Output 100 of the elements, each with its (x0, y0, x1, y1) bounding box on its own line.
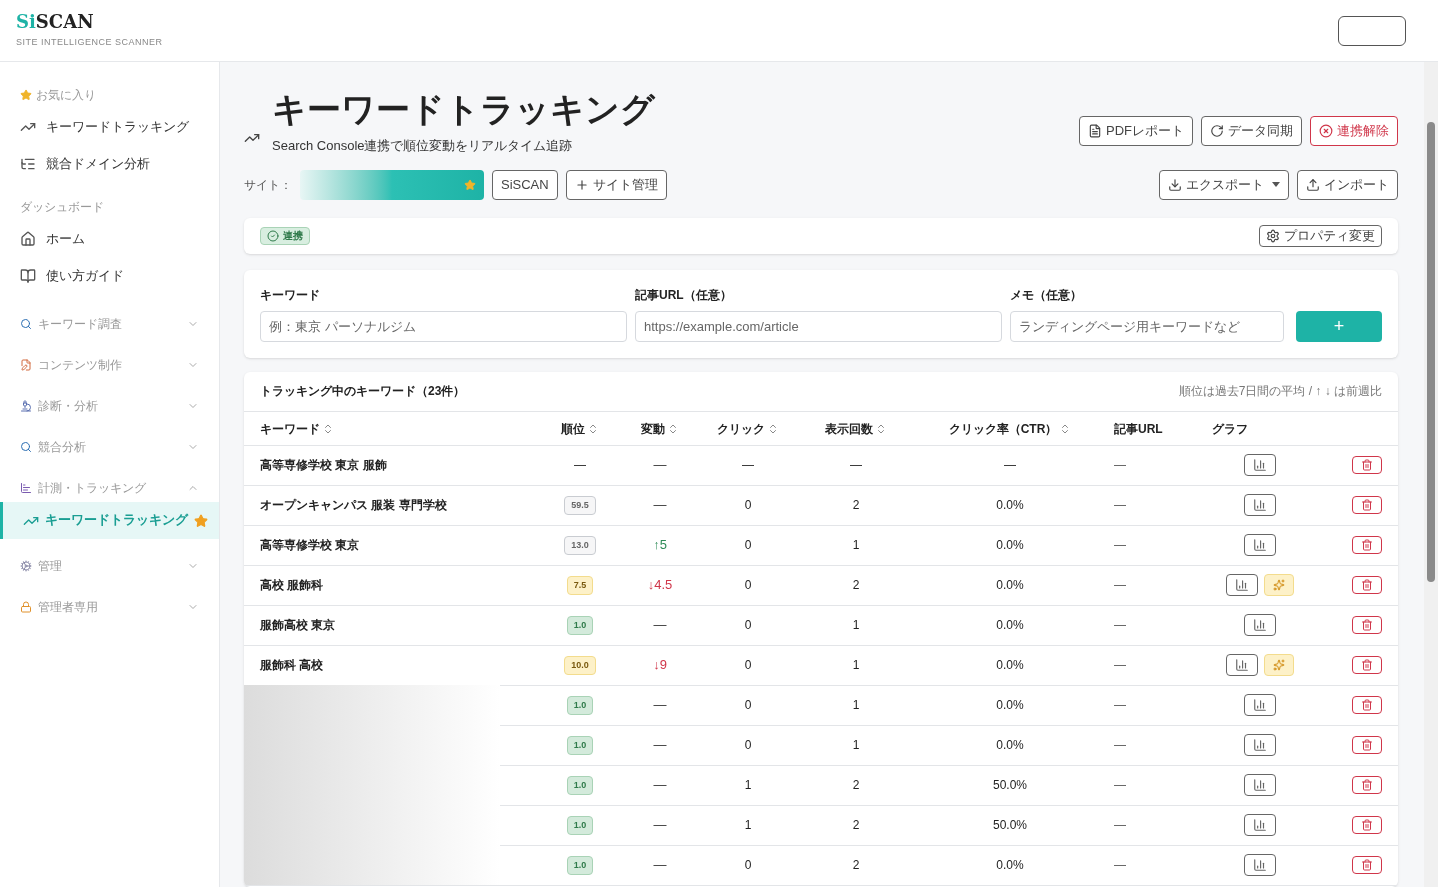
refresh-icon (1210, 123, 1224, 138)
clicks-text: 0 (744, 698, 752, 712)
lock-icon (20, 601, 32, 613)
impressions-text: — (850, 458, 862, 472)
ctr-text: 0.0% (996, 858, 1024, 872)
column-header[interactable]: 順位 (561, 420, 599, 438)
field-label: 記事URL（任意） (635, 286, 733, 304)
graph-button[interactable] (1244, 814, 1276, 836)
caret-icon (1272, 182, 1280, 187)
graph-button[interactable] (1244, 694, 1276, 716)
rank-badge: 1.0 (566, 735, 594, 756)
page-title: キーワードトラッキング (272, 89, 655, 130)
export-button[interactable]: エクスポート (1159, 169, 1289, 200)
bar-chart-icon (1235, 578, 1249, 592)
rank-badge: 1.0 (566, 775, 594, 796)
clicks-text: 0 (744, 738, 752, 752)
column-header[interactable]: 変動 (641, 420, 679, 438)
delete-button[interactable] (1352, 816, 1382, 834)
column-header[interactable]: キーワード (260, 420, 334, 438)
memo-icon (20, 359, 32, 371)
graph-button[interactable] (1244, 494, 1276, 516)
delete-button[interactable] (1352, 736, 1382, 754)
change-text: — (653, 497, 667, 513)
input-field[interactable]: 例：東京 パーソナルジム (260, 310, 627, 342)
change-text: — (653, 617, 667, 633)
impressions-text: 1 (852, 698, 860, 712)
impressions-text: 2 (852, 578, 860, 592)
delete-button[interactable] (1352, 456, 1382, 474)
keyword-text: 服飾高校 東京 (260, 618, 336, 632)
graph-button[interactable] (1244, 454, 1276, 476)
ctr-text: 0.0% (996, 578, 1024, 592)
star-icon[interactable] (194, 513, 208, 528)
star-icon (464, 178, 476, 191)
sidebar-item[interactable]: キーワードトラッキング (0, 108, 219, 145)
graph-button[interactable] (1244, 614, 1276, 636)
delete-button[interactable] (1352, 536, 1382, 554)
rank-text: — (574, 457, 586, 474)
keyword-text: 服飾科 高校 (260, 658, 324, 672)
ctr-text: 0.0% (996, 658, 1024, 672)
trash-icon (1361, 859, 1373, 871)
column-header[interactable]: クリック (717, 420, 779, 438)
url-text: — (1114, 538, 1126, 552)
site-button[interactable]: SiSCAN (492, 169, 558, 200)
clicks-text: 0 (744, 618, 752, 632)
clicks-text: 1 (744, 818, 752, 832)
delete-button[interactable] (1352, 576, 1382, 594)
status-badge: 連携 (260, 226, 310, 245)
delete-button[interactable] (1352, 696, 1382, 714)
input-field[interactable]: https://example.com/article (635, 310, 1002, 342)
section-title: ダッシュボード (20, 199, 104, 216)
close-circle-icon (1319, 123, 1333, 138)
delete-button[interactable] (1352, 496, 1382, 514)
search-icon (20, 318, 32, 330)
graph-button[interactable] (1244, 534, 1276, 556)
impressions-text: 2 (852, 498, 860, 512)
logo-tagline: SITE INTELLIGENCE SCANNER (16, 35, 163, 49)
sparkle-icon (1273, 659, 1285, 671)
graph-button[interactable] (1244, 774, 1276, 796)
impressions-text: 2 (852, 778, 860, 792)
action-button[interactable]: 連携解除 (1310, 115, 1398, 146)
sidebar-item[interactable]: 競合ドメイン分析 (0, 145, 219, 182)
ctr-text: 50.0% (993, 818, 1027, 832)
action-button[interactable]: PDFレポート (1079, 115, 1193, 146)
action-button[interactable]: データ同期 (1201, 115, 1302, 146)
clicks-text: 0 (744, 538, 752, 552)
keyword-text: 高等専修学校 東京 服飾 (260, 458, 387, 472)
scrollbar[interactable] (1424, 62, 1438, 887)
clicks-text: 0 (744, 578, 752, 592)
graph-button[interactable] (1226, 654, 1258, 676)
url-text: — (1114, 818, 1126, 832)
section-title: お気に入り (36, 87, 96, 104)
column-header[interactable]: クリック率（CTR） (948, 420, 1072, 438)
property-button[interactable]: プロパティ変更 (1259, 224, 1382, 247)
impressions-text: 2 (852, 858, 860, 872)
trash-icon (1361, 539, 1373, 551)
document-icon (1088, 123, 1102, 138)
ctr-text: 0.0% (996, 498, 1024, 512)
change-text: — (653, 457, 667, 473)
delete-button[interactable] (1352, 656, 1382, 674)
url-text: — (1114, 778, 1126, 792)
clicks-text: 0 (744, 858, 752, 872)
input-field[interactable]: ランディングページ用キーワードなど (1010, 310, 1284, 342)
account-button[interactable] (1338, 15, 1406, 46)
ctr-text: 0.0% (996, 738, 1024, 752)
site-button[interactable]: サイト管理 (565, 169, 667, 200)
rank-badge: 1.0 (566, 815, 594, 836)
keyword-text: 高等専修学校 東京 (260, 538, 360, 552)
graph-button[interactable] (1244, 854, 1276, 876)
graph-button[interactable] (1226, 574, 1258, 596)
impressions-text: 1 (852, 538, 860, 552)
sidebar-item[interactable]: 使い方ガイド (0, 257, 219, 294)
sidebar-item[interactable]: ホーム (0, 220, 219, 257)
delete-button[interactable] (1352, 856, 1382, 874)
graph-button[interactable] (1244, 734, 1276, 756)
column-header[interactable]: 表示回数 (825, 420, 887, 438)
rank-badge: 10.0 (564, 655, 596, 676)
impressions-text: 1 (852, 658, 860, 672)
delete-button[interactable] (1352, 776, 1382, 794)
delete-button[interactable] (1352, 616, 1382, 634)
import-button[interactable]: インポート (1297, 169, 1398, 200)
